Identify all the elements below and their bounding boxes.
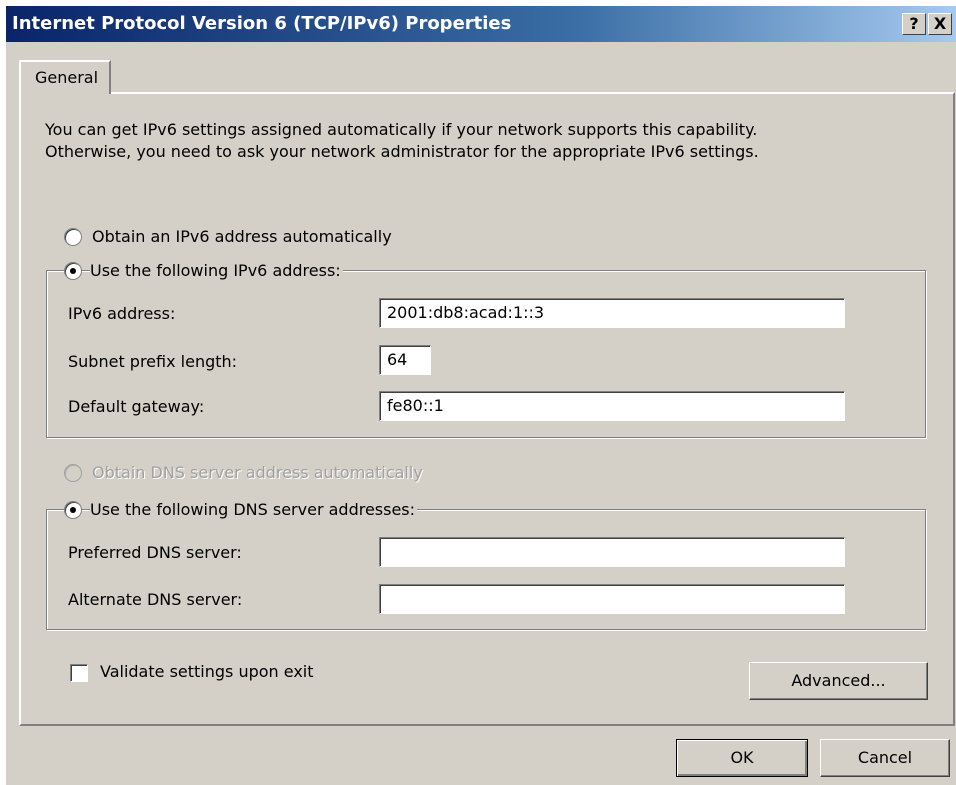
intro-text-line-1: You can get IPv6 settings assigned autom… bbox=[45, 120, 758, 139]
default-gateway-label: Default gateway: bbox=[68, 397, 207, 416]
ok-button[interactable]: OK bbox=[676, 739, 808, 777]
obtain-ipv6-auto-radio[interactable] bbox=[64, 228, 82, 246]
use-following-dns-radio[interactable] bbox=[64, 501, 82, 519]
title-bar[interactable]: Internet Protocol Version 6 (TCP/IPv6) P… bbox=[6, 6, 956, 42]
obtain-ipv6-auto-label[interactable]: Obtain an IPv6 address automatically bbox=[92, 227, 394, 246]
ipv6-address-label: IPv6 address: bbox=[68, 304, 178, 323]
validate-settings-checkbox[interactable] bbox=[70, 664, 88, 682]
advanced-button[interactable]: Advanced... bbox=[749, 662, 928, 700]
obtain-dns-auto-radio[interactable] bbox=[64, 464, 82, 482]
use-following-dns-label[interactable]: Use the following DNS server addresses: bbox=[90, 500, 418, 519]
help-button[interactable]: ? bbox=[902, 13, 926, 35]
preferred-dns-field[interactable] bbox=[379, 537, 845, 567]
intro-text-line-2: Otherwise, you need to ask your network … bbox=[45, 142, 759, 161]
subnet-prefix-label: Subnet prefix length: bbox=[68, 352, 240, 371]
close-button[interactable]: X bbox=[928, 13, 952, 35]
obtain-dns-auto-label[interactable]: Obtain DNS server address automatically bbox=[92, 463, 425, 482]
subnet-prefix-field[interactable]: 64 bbox=[379, 345, 431, 375]
cancel-button[interactable]: Cancel bbox=[820, 739, 950, 777]
default-gateway-field[interactable]: fe80::1 bbox=[379, 391, 845, 421]
window-title: Internet Protocol Version 6 (TCP/IPv6) P… bbox=[12, 13, 512, 34]
tab-general[interactable]: General bbox=[19, 60, 111, 94]
ipv6-properties-dialog: Internet Protocol Version 6 (TCP/IPv6) P… bbox=[6, 6, 956, 785]
ipv6-address-field[interactable]: 2001:db8:acad:1::3 bbox=[379, 298, 845, 328]
alternate-dns-label: Alternate DNS server: bbox=[68, 590, 245, 609]
validate-settings-label[interactable]: Validate settings upon exit bbox=[100, 662, 316, 681]
tab-general-label: General bbox=[35, 68, 99, 87]
preferred-dns-label: Preferred DNS server: bbox=[68, 543, 244, 562]
use-following-ipv6-radio[interactable] bbox=[64, 262, 82, 280]
use-following-ipv6-label[interactable]: Use the following IPv6 address: bbox=[90, 261, 343, 280]
alternate-dns-field[interactable] bbox=[379, 584, 845, 614]
